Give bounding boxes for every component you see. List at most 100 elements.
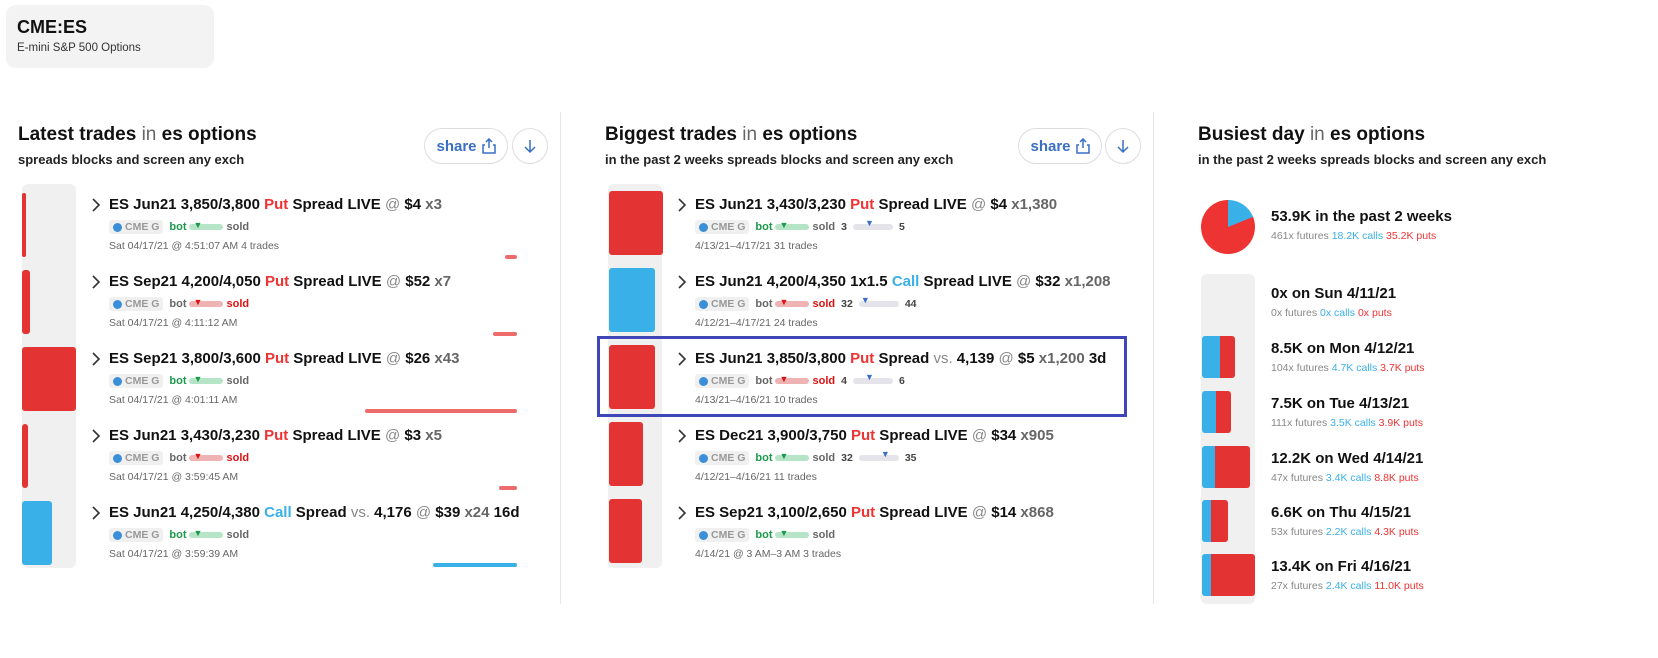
trade-date: 4/12/21–4/17/21 24 trades <box>695 317 818 329</box>
trade-row[interactable]: ES Sep21 3,100/2,650 Put Spread LIVE @ $… <box>678 504 1135 574</box>
side-indicator: ▼ <box>774 529 809 539</box>
trade-timestamp: 4/13/21–4/17/21 <box>695 240 771 252</box>
trade-row[interactable]: ES Sep21 4,200/4,050 Put Spread LIVE @ $… <box>92 273 549 343</box>
panel-title: Biggest trades in es options <box>605 124 857 146</box>
exchange-label: CME G <box>711 452 746 464</box>
trade-instrument: ES Jun21 3,850/3,800 <box>109 196 265 213</box>
trade-size-bar <box>609 422 643 486</box>
trade-price: $26 <box>401 350 431 367</box>
trade-row[interactable]: ES Sep21 3,800/3,600 Put Spread LIVE @ $… <box>92 350 549 420</box>
trade-structure: Spread <box>291 504 351 521</box>
chevron-right-icon[interactable] <box>89 275 103 289</box>
panel-subtitle: spreads blocks and screen any exch <box>18 152 245 167</box>
share-button[interactable]: share <box>424 128 508 164</box>
globe-icon <box>699 222 708 232</box>
day-puts-bar <box>1215 446 1250 488</box>
bot-label: bot ▼ <box>169 529 223 541</box>
trade-title: ES Jun21 3,430/3,230 Put Spread LIVE @ $… <box>695 196 1057 213</box>
globe-icon <box>113 299 122 309</box>
triangle-down-icon: ▼ <box>193 374 203 385</box>
trade-count: 24 trades <box>773 317 818 329</box>
panel-title-in: in <box>742 124 758 145</box>
trade-date: Sat 04/17/21 @ 4:01:11 AM <box>109 394 237 406</box>
trade-row[interactable]: ES Jun21 3,430/3,230 Put Spread LIVE @ $… <box>92 427 549 497</box>
ticker-name: E-mini S&P 500 Options <box>17 42 141 54</box>
chevron-right-icon[interactable] <box>675 506 689 520</box>
chevron-right-icon[interactable] <box>89 506 103 520</box>
trade-quantity: x7 <box>430 273 452 290</box>
day-calls-bar <box>1202 336 1220 378</box>
trade-date: Sat 04/17/21 @ 4:11:12 AM <box>109 317 237 329</box>
day-puts-bar <box>1211 500 1228 542</box>
share-button[interactable]: share <box>1018 128 1102 164</box>
chevron-right-icon[interactable] <box>675 429 689 443</box>
trade-row[interactable]: ES Jun21 4,200/4,350 1x1.5 Call Spread L… <box>678 273 1135 343</box>
bot-label: bot ▼ <box>169 298 223 310</box>
trade-quantity: x905 <box>1016 427 1054 444</box>
trade-timestamp: Sat 04/17/21 @ 4:11:12 AM <box>109 317 238 329</box>
trade-row[interactable]: ES Jun21 3,430/3,230 Put Spread LIVE @ $… <box>678 196 1135 266</box>
globe-icon <box>113 222 122 232</box>
trade-structure: Spread LIVE <box>874 196 971 213</box>
day-headline[interactable]: 0x on Sun 4/11/21 <box>1271 285 1396 302</box>
sold-label: sold <box>812 452 836 464</box>
day-headline[interactable]: 7.5K on Tue 4/13/21 <box>1271 395 1409 412</box>
trade-row[interactable]: ES Jun21 3,850/3,800 Put Spread LIVE @ $… <box>92 196 549 266</box>
triangle-down-icon: ▼ <box>779 451 789 462</box>
trade-price: $39 <box>431 504 461 521</box>
price-range-bar: ▼ <box>853 218 893 230</box>
day-headline[interactable]: 13.4K on Fri 4/16/21 <box>1271 558 1411 575</box>
day-futures: 27x futures <box>1271 580 1323 592</box>
side-indicator: ▼ <box>188 298 223 308</box>
trade-at: @ <box>385 273 402 290</box>
panel-title-text: Busiest day <box>1198 124 1305 145</box>
chevron-right-icon[interactable] <box>89 352 103 366</box>
range-low: 3 <box>841 221 847 233</box>
chevron-right-icon[interactable] <box>675 275 689 289</box>
trade-price: $32 <box>1031 273 1061 290</box>
download-button[interactable] <box>512 128 548 164</box>
trade-price: $52 <box>401 273 431 290</box>
day-headline[interactable]: 6.6K on Thu 4/15/21 <box>1271 504 1411 521</box>
day-puts: 0x puts <box>1357 307 1392 319</box>
exchange-label: CME G <box>125 221 160 233</box>
side-indicator: ▼ <box>774 297 809 308</box>
day-puts: 8.8K puts <box>1374 472 1419 484</box>
exchange-label: CME G <box>125 529 160 541</box>
trade-at: @ <box>385 350 402 367</box>
trade-quantity: x1,380 <box>1007 196 1058 213</box>
chevron-right-icon[interactable] <box>675 198 689 212</box>
download-button[interactable] <box>1105 128 1141 164</box>
trade-timestamp: Sat 04/17/21 @ 4:51:07 AM <box>109 240 239 252</box>
trade-at: @ <box>384 196 401 213</box>
trade-meta: CME G bot ▼ sold <box>109 451 249 465</box>
trade-row[interactable]: ES Dec21 3,900/3,750 Put Spread LIVE @ $… <box>678 427 1135 497</box>
globe-icon <box>699 530 708 540</box>
trade-timestamp: Sat 04/17/21 @ 4:01:11 AM <box>109 394 238 406</box>
chevron-right-icon[interactable] <box>89 429 103 443</box>
trade-instrument: ES Dec21 3,900/3,750 <box>695 427 851 444</box>
range-low: 32 <box>841 298 853 310</box>
ticker-card[interactable]: CME:ES E-mini S&P 500 Options <box>6 5 214 68</box>
side-indicator: ▼ <box>188 452 223 462</box>
sold-label: sold <box>226 452 250 464</box>
trade-size-bar <box>22 270 30 334</box>
price-range-bar: ▼ <box>858 295 899 307</box>
trade-size-bar <box>22 347 76 411</box>
triangle-down-icon: ▼ <box>779 297 789 308</box>
trade-meta: CME G bot ▼ sold 32 ▼ 44 <box>695 295 917 311</box>
globe-icon <box>113 530 122 540</box>
globe-icon <box>113 376 122 386</box>
chevron-right-icon[interactable] <box>89 198 103 212</box>
selected-trade-highlight <box>597 336 1127 417</box>
trade-quantity: x43 <box>430 350 460 367</box>
trade-size-bar <box>609 268 655 332</box>
globe-icon <box>699 453 708 463</box>
trade-size-bar <box>22 501 52 565</box>
day-headline[interactable]: 8.5K on Mon 4/12/21 <box>1271 340 1414 357</box>
trade-size-bar <box>609 499 642 563</box>
trade-structure: Spread LIVE <box>875 427 972 444</box>
day-headline[interactable]: 12.2K on Wed 4/14/21 <box>1271 450 1423 467</box>
bot-label: bot ▼ <box>755 451 809 464</box>
trade-row[interactable]: ES Jun21 4,250/4,380 Call Spread vs. 4,1… <box>92 504 549 574</box>
